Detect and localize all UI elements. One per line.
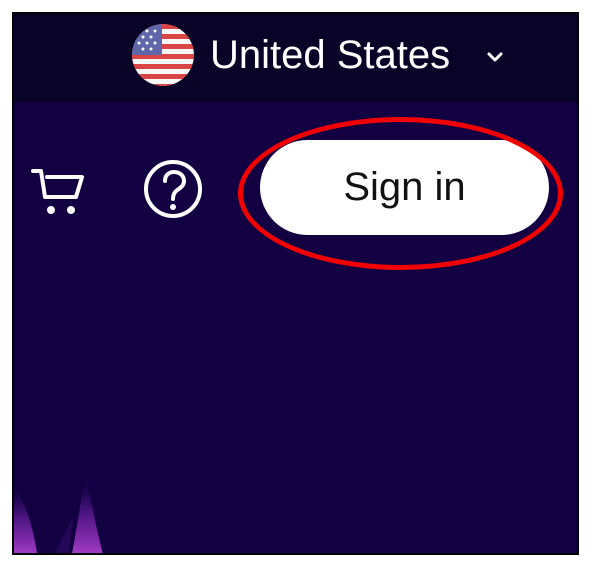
shopping-cart-icon[interactable] [29,160,87,220]
purple-glow-decoration [14,478,103,553]
help-circle-icon[interactable] [139,155,207,223]
chevron-down-icon [484,46,506,68]
country-selector[interactable]: United States [132,21,506,89]
us-flag-icon [132,24,194,86]
sign-in-button[interactable]: Sign in [260,140,549,235]
country-label: United States [210,33,451,77]
top-navigation-strip: United States [14,14,577,102]
screenshot-frame: United States Sign in [12,12,579,555]
